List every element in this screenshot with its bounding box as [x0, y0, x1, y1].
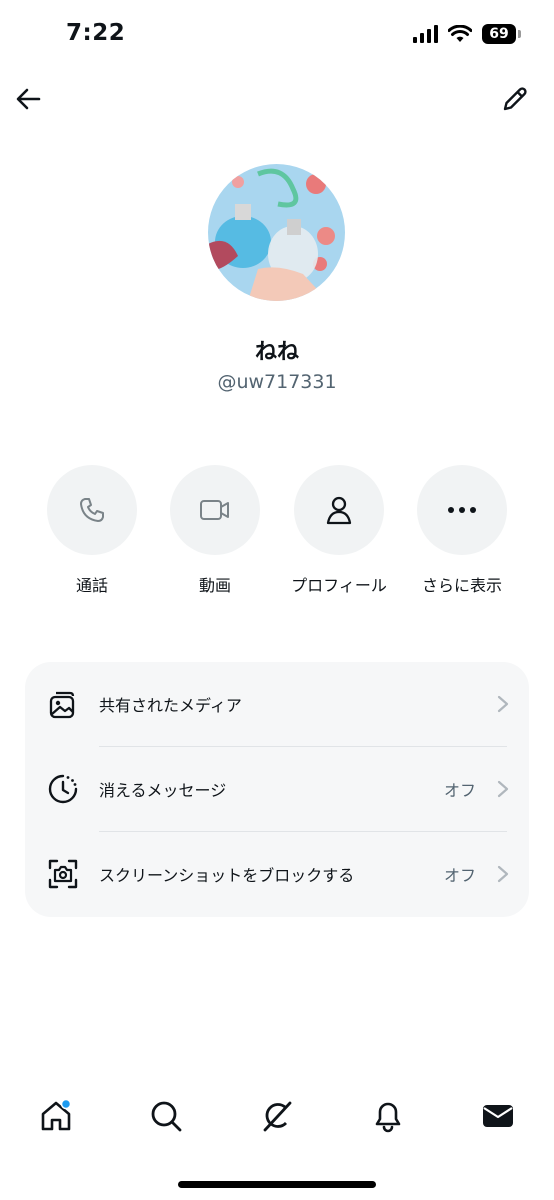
chevron-right-icon: [497, 865, 509, 883]
settings-card: 共有されたメディア 消えるメッセージ オフ スクリーンショットをブロックする オ…: [25, 662, 529, 917]
chevron-right-icon: [497, 695, 509, 713]
bell-icon[interactable]: [370, 1098, 406, 1134]
block-screenshots-label: スクリーンショットをブロックする: [99, 866, 355, 885]
notification-dot: [60, 1098, 72, 1110]
edit-pencil-icon[interactable]: [500, 84, 530, 114]
video-camera-icon: [200, 500, 229, 520]
media-gallery-icon: [49, 691, 75, 719]
profile-label: プロフィール: [291, 576, 387, 595]
more-dots-icon: [448, 507, 476, 513]
top-nav: [0, 80, 554, 120]
tab-bar: [0, 1092, 554, 1142]
timer-icon: [48, 774, 78, 804]
avatar[interactable]: [208, 164, 345, 301]
block-screenshots-value: オフ: [443, 866, 476, 885]
disappearing-messages-value: オフ: [443, 781, 476, 800]
cellular-signal-icon: [413, 25, 438, 43]
profile-handle: @uw717331: [217, 371, 337, 393]
grok-icon[interactable]: [259, 1098, 295, 1134]
status-bar: 7:22 69: [0, 0, 554, 70]
more-button[interactable]: さらに表示: [400, 465, 524, 596]
disappearing-messages-label: 消えるメッセージ: [99, 781, 227, 800]
settings-row-disappearing-messages[interactable]: 消えるメッセージ オフ: [25, 747, 529, 832]
phone-icon: [80, 498, 104, 522]
shared-media-label: 共有されたメディア: [99, 696, 242, 715]
home-icon[interactable]: [38, 1098, 74, 1134]
video-button-circle[interactable]: [170, 465, 260, 555]
profile-name: ねね: [254, 340, 299, 365]
settings-row-shared-media[interactable]: 共有されたメディア: [25, 662, 529, 747]
status-time: 7:22: [66, 20, 126, 46]
chevron-right-icon: [497, 780, 509, 798]
status-icons: 69: [413, 24, 521, 44]
battery-indicator: 69: [482, 24, 521, 44]
call-button[interactable]: 通話: [30, 465, 154, 596]
video-button[interactable]: 動画: [153, 465, 277, 596]
search-icon[interactable]: [148, 1098, 184, 1134]
more-button-circle[interactable]: [417, 465, 507, 555]
back-arrow-icon[interactable]: [14, 84, 44, 114]
settings-row-block-screenshots[interactable]: スクリーンショットをブロックする オフ: [25, 832, 529, 917]
home-indicator: [178, 1181, 376, 1188]
wifi-icon: [448, 25, 472, 42]
call-button-circle[interactable]: [47, 465, 137, 555]
profile-button-circle[interactable]: [294, 465, 384, 555]
more-label: さらに表示: [421, 576, 502, 595]
person-icon: [326, 496, 352, 525]
mail-icon[interactable]: [480, 1098, 516, 1134]
video-label: 動画: [198, 576, 231, 595]
call-label: 通話: [75, 576, 108, 595]
profile-button[interactable]: プロフィール: [277, 465, 401, 596]
screenshot-block-icon: [48, 859, 78, 889]
